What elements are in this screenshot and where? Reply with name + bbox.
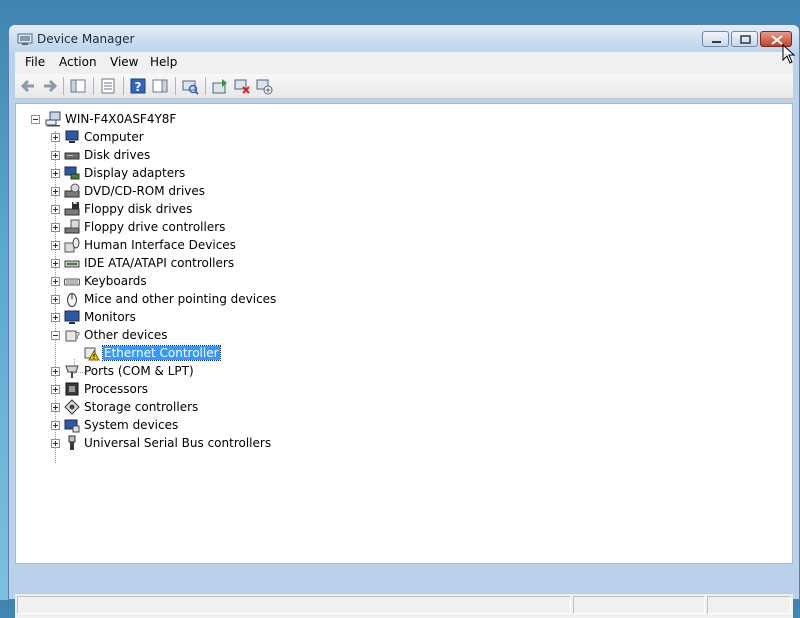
port-icon bbox=[65, 365, 79, 378]
scan-hardware-icon[interactable] bbox=[181, 77, 199, 95]
tree-item-label: Computer bbox=[84, 130, 144, 144]
forward-icon[interactable] bbox=[41, 77, 59, 95]
disk-drive-icon bbox=[64, 152, 80, 160]
expand-toggle[interactable] bbox=[51, 259, 60, 268]
svg-text:?: ? bbox=[135, 80, 142, 94]
floppy-controller-icon bbox=[64, 219, 80, 234]
tree-item-label: Keyboards bbox=[84, 274, 147, 288]
window-title: Device Manager bbox=[37, 32, 135, 46]
status-cell-main bbox=[17, 596, 571, 614]
expand-toggle[interactable] bbox=[51, 187, 60, 196]
tree-item-label: Disk drives bbox=[84, 148, 151, 162]
update-driver-icon[interactable] bbox=[211, 77, 229, 95]
expand-toggle[interactable] bbox=[51, 205, 60, 214]
toolbar-separator bbox=[205, 77, 206, 95]
expand-toggle[interactable] bbox=[51, 385, 60, 394]
expand-toggle[interactable] bbox=[51, 403, 60, 412]
mouse-icon bbox=[67, 293, 77, 307]
tree-item-label: Other devices bbox=[84, 328, 168, 342]
ide-controller-icon bbox=[64, 260, 80, 268]
device-tree[interactable]: WIN-F4X0ASF4Y8F Computer Disk drives Dis… bbox=[15, 103, 793, 564]
tree-item-label: Storage controllers bbox=[84, 400, 199, 414]
help-icon[interactable]: ? bbox=[129, 77, 147, 95]
tree-item-label: Floppy drive controllers bbox=[84, 220, 226, 234]
expand-toggle[interactable] bbox=[51, 295, 60, 304]
computer-network-icon bbox=[45, 111, 61, 127]
maximize-button[interactable] bbox=[731, 31, 758, 47]
tree-item-label: Display adapters bbox=[84, 166, 186, 180]
computer-name: WIN-F4X0ASF4Y8F bbox=[65, 112, 177, 126]
mouse-cursor-icon bbox=[782, 44, 796, 64]
action-pane-icon[interactable] bbox=[151, 77, 169, 95]
tree-item-label: IDE ATA/ATAPI controllers bbox=[84, 256, 235, 270]
tree-item-label: Floppy disk drives bbox=[84, 202, 193, 216]
tree-item-label: DVD/CD-ROM drives bbox=[84, 184, 206, 198]
maximize-icon bbox=[740, 35, 751, 44]
properties-icon[interactable] bbox=[99, 77, 117, 95]
status-bar bbox=[15, 593, 793, 618]
tree-item-label: Processors bbox=[84, 382, 149, 396]
menu-file[interactable]: File bbox=[25, 55, 45, 69]
collapse-toggle[interactable] bbox=[51, 331, 60, 340]
toolbar-separator bbox=[175, 77, 176, 95]
processor-icon bbox=[65, 382, 79, 396]
toolbar-separator bbox=[63, 77, 64, 95]
tree-item-label: Ethernet Controller bbox=[102, 345, 221, 361]
keyboard-icon bbox=[64, 278, 80, 286]
hid-icon bbox=[64, 237, 80, 253]
usb-icon bbox=[68, 435, 76, 450]
tree-item-label: Human Interface Devices bbox=[84, 238, 236, 252]
menu-action[interactable]: Action bbox=[59, 55, 97, 69]
expand-toggle[interactable] bbox=[51, 439, 60, 448]
menu-help[interactable]: Help bbox=[150, 55, 177, 69]
status-cell bbox=[707, 596, 791, 614]
toolbar-separator bbox=[93, 77, 94, 95]
system-device-icon bbox=[64, 419, 80, 433]
expand-toggle[interactable] bbox=[51, 151, 60, 160]
status-cell bbox=[573, 596, 705, 614]
toolbar-separator bbox=[123, 77, 124, 95]
toolbar: ? bbox=[15, 74, 793, 99]
device-manager-window: Device Manager File Action View Help ? W… bbox=[8, 24, 800, 618]
other-devices-icon: ? bbox=[65, 330, 80, 342]
minimize-button[interactable] bbox=[702, 31, 729, 47]
floppy-drive-icon bbox=[64, 202, 80, 216]
tree-item-label: System devices bbox=[84, 418, 179, 432]
display-adapter-icon bbox=[64, 166, 80, 180]
expand-toggle[interactable] bbox=[51, 421, 60, 430]
tree-item-label: Ports (COM & LPT) bbox=[84, 364, 194, 378]
svg-text:?: ? bbox=[75, 331, 80, 342]
device-manager-icon bbox=[17, 33, 33, 45]
tree-item-label: Mice and other pointing devices bbox=[84, 292, 277, 306]
tree-item-label: Universal Serial Bus controllers bbox=[84, 436, 272, 450]
menu-bar: File Action View Help bbox=[15, 52, 793, 74]
root-collapse-toggle[interactable] bbox=[31, 115, 40, 124]
warning-device-icon bbox=[84, 347, 100, 361]
disable-icon[interactable] bbox=[255, 77, 273, 95]
menu-view[interactable]: View bbox=[110, 55, 138, 69]
uninstall-icon[interactable] bbox=[233, 77, 251, 95]
monitor-icon bbox=[64, 310, 80, 324]
expand-toggle[interactable] bbox=[51, 277, 60, 286]
computer-icon bbox=[65, 130, 79, 143]
expand-toggle[interactable] bbox=[51, 367, 60, 376]
dvd-drive-icon bbox=[64, 183, 80, 198]
expand-toggle[interactable] bbox=[51, 313, 60, 322]
storage-controller-icon bbox=[64, 399, 80, 415]
expand-toggle[interactable] bbox=[51, 241, 60, 250]
expand-toggle[interactable] bbox=[51, 223, 60, 232]
show-hide-tree-icon[interactable] bbox=[69, 77, 87, 95]
tree-item-label: Monitors bbox=[84, 310, 136, 324]
expand-toggle[interactable] bbox=[51, 133, 60, 142]
minimize-icon bbox=[712, 41, 721, 43]
title-bar[interactable]: Device Manager bbox=[9, 25, 799, 53]
expand-toggle[interactable] bbox=[51, 169, 60, 178]
back-icon[interactable] bbox=[19, 77, 37, 95]
